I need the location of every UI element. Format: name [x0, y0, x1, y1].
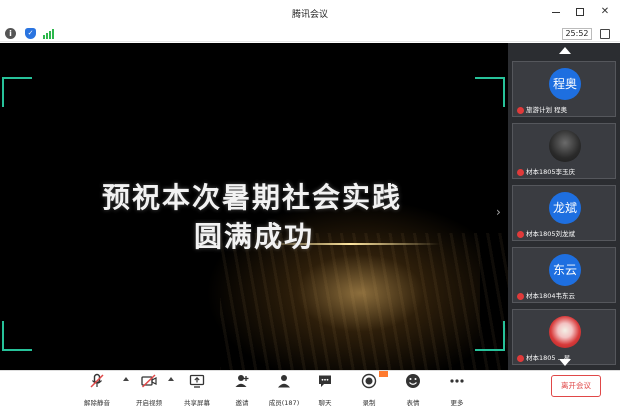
- members-icon: [278, 375, 290, 388]
- participant-name: 材本1805李玉庆: [526, 168, 576, 176]
- meeting-toolbar: 解除静音 开启视频 共享屏幕 邀请 成员(187) 聊天 录制 表情 更多 离开…: [0, 370, 620, 412]
- members-button[interactable]: 成员(187): [264, 373, 304, 411]
- meeting-window: 腾讯会议 ✕ i ✓ 25:52 预祝本次暑期社会实践 圆满成功 › 程奥 旅游…: [0, 0, 620, 412]
- minimize-button[interactable]: [548, 4, 564, 20]
- shared-screen-view[interactable]: 预祝本次暑期社会实践 圆满成功 ›: [0, 43, 508, 370]
- chat-button[interactable]: 聊天: [312, 373, 338, 411]
- chat-label: 聊天: [318, 399, 332, 407]
- more-dots-icon: [450, 379, 464, 383]
- invite-button[interactable]: 邀请: [229, 373, 255, 411]
- participant-tile[interactable]: 龙斌 材本1805刘龙斌: [512, 185, 616, 241]
- signal-icon[interactable]: [43, 29, 55, 39]
- close-button[interactable]: ✕: [597, 4, 613, 20]
- more-button[interactable]: 更多: [444, 373, 470, 411]
- mic-muted-icon: [517, 292, 524, 300]
- participant-name: 材本1805刘龙斌: [526, 230, 576, 238]
- participant-name-row: 材本1805李玉庆: [517, 166, 575, 176]
- meeting-info-bar: i ✓ 25:52: [0, 26, 620, 42]
- participant-sidebar: 程奥 旅游计划 程奥 材本1805李玉庆 龙斌 材本1805刘龙斌 东云 材本1…: [508, 43, 620, 370]
- chevron-right-icon[interactable]: ›: [496, 205, 501, 219]
- add-user-icon: [235, 375, 249, 387]
- record-icon: [361, 373, 377, 389]
- frame-corner-bottom-right: [475, 321, 505, 351]
- meeting-timer: 25:52: [562, 28, 592, 40]
- smiley-icon: [406, 374, 420, 388]
- banner-line-1: 预祝本次暑期社会实践: [101, 181, 402, 214]
- participant-name: 旅游计划 程奥: [526, 106, 568, 114]
- audio-options-caret-icon[interactable]: [123, 377, 129, 381]
- avatar: [549, 130, 581, 162]
- record-label: 录制: [362, 399, 376, 407]
- video-options-caret-icon[interactable]: [168, 377, 174, 381]
- avatar: 龙斌: [549, 192, 581, 224]
- invite-label: 邀请: [235, 399, 249, 407]
- info-icon[interactable]: i: [5, 28, 16, 39]
- reactions-label: 表情: [406, 399, 420, 407]
- close-icon: ✕: [600, 6, 610, 17]
- start-video-button[interactable]: 开启视频: [134, 373, 164, 411]
- reactions-button[interactable]: 表情: [400, 373, 426, 411]
- start-video-label: 开启视频: [136, 399, 162, 407]
- scroll-up-icon[interactable]: [559, 47, 571, 54]
- record-button[interactable]: 录制: [356, 373, 382, 411]
- maximize-button[interactable]: [572, 4, 588, 20]
- unmute-label: 解除静音: [84, 399, 110, 407]
- share-screen-label: 共享屏幕: [184, 399, 210, 407]
- fullscreen-icon[interactable]: [600, 29, 610, 39]
- mic-muted-icon: [517, 354, 524, 362]
- share-screen-button[interactable]: 共享屏幕: [180, 373, 214, 411]
- participant-name-row: 材本1805刘龙斌: [517, 228, 575, 238]
- frame-corner-bottom-left: [2, 321, 32, 351]
- mic-muted-icon: [517, 230, 524, 238]
- leave-meeting-button[interactable]: 离开会议: [551, 375, 601, 397]
- share-screen-icon: [189, 374, 205, 388]
- participant-tile[interactable]: 东云 材本1804韦东云: [512, 247, 616, 303]
- mic-muted-icon: [517, 106, 524, 114]
- chat-icon: [319, 375, 331, 387]
- mic-off-icon: [90, 373, 104, 388]
- more-label: 更多: [450, 399, 464, 407]
- banner-line-2: 圆满成功: [193, 220, 314, 253]
- video-off-icon: [141, 374, 157, 388]
- mic-muted-icon: [517, 168, 524, 176]
- members-label: 成员(187): [268, 399, 300, 407]
- participant-name: 材本1804韦东云: [526, 292, 576, 300]
- participant-tile[interactable]: 材本1805李玉庆: [512, 123, 616, 179]
- avatar: [549, 316, 581, 348]
- avatar: 程奥: [549, 68, 581, 100]
- scroll-down-icon[interactable]: [559, 359, 571, 366]
- frame-corner-top-right: [475, 77, 505, 107]
- minimize-icon: [552, 12, 560, 13]
- maximize-icon: [576, 8, 584, 16]
- record-new-badge: [379, 371, 388, 377]
- title-bar: 腾讯会议 ✕: [0, 0, 620, 26]
- participant-tile[interactable]: 程奥 旅游计划 程奥: [512, 61, 616, 117]
- frame-corner-top-left: [2, 77, 32, 107]
- window-title: 腾讯会议: [291, 10, 328, 20]
- participant-tile[interactable]: 材本1805 ...星: [512, 309, 616, 365]
- participant-name-row: 材本1804韦东云: [517, 290, 575, 300]
- avatar: 东云: [549, 254, 581, 286]
- unmute-button[interactable]: 解除静音: [82, 373, 112, 411]
- participant-name-row: 旅游计划 程奥: [517, 104, 567, 114]
- shield-icon[interactable]: ✓: [25, 28, 36, 39]
